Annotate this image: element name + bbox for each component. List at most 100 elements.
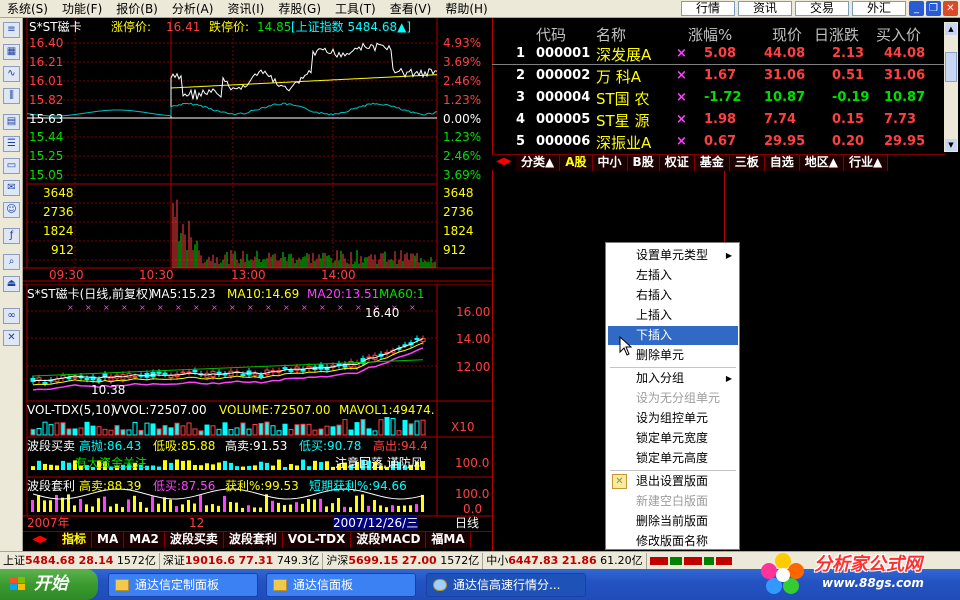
menu-function[interactable]: 功能(F) (55, 0, 109, 18)
menu-system[interactable]: 系统(S) (0, 0, 55, 18)
minimize-icon[interactable]: _ (909, 1, 924, 16)
document-icon[interactable]: ▭ (3, 158, 20, 174)
indicator2-bar (67, 494, 70, 512)
tab-watchlist[interactable]: 自选 (764, 155, 800, 171)
menu-info[interactable]: 资讯(I) (220, 0, 271, 18)
menu-delete-layout[interactable]: 删除当前版面 (608, 512, 738, 531)
start-button[interactable]: 开始 (0, 569, 98, 600)
status-sme[interactable]: 中小6447.83 21.86 61.20亿 (483, 552, 647, 569)
tab-vol-tdx[interactable]: VOL-TDX (282, 532, 352, 548)
limit-down-value: 14.85 (257, 20, 292, 34)
restore-icon[interactable]: ❐ (926, 1, 941, 16)
status-shanghai[interactable]: 上证5484.68 28.14 1572亿 (0, 552, 160, 569)
news-icon[interactable]: ▤ (3, 114, 20, 130)
menu-lock-height[interactable]: 锁定单元高度 (608, 449, 738, 468)
menu-exit-layout[interactable]: ✕ 退出设置版面 (608, 472, 738, 491)
menu-lock-width[interactable]: 锁定单元宽度 (608, 429, 738, 448)
x-marker-icon: × (175, 303, 182, 312)
quote-button[interactable]: 行情 (680, 1, 735, 16)
indicator2-bar (217, 505, 220, 512)
tab-ma2[interactable]: MA2 (124, 532, 165, 548)
menu-help[interactable]: 帮助(H) (438, 0, 494, 18)
kline-volume-bar (324, 425, 330, 436)
index-label[interactable]: [上证指数 5484.68▲] (291, 20, 411, 34)
tab-fund[interactable]: 基金 (694, 155, 730, 171)
info-button[interactable]: 资讯 (737, 1, 792, 16)
formula-icon[interactable]: ƒ (3, 228, 20, 244)
menu-rename-layout[interactable]: 修改版面名称 (608, 532, 738, 551)
menu-recommend[interactable]: 荐股(G) (271, 0, 328, 18)
line-chart-icon[interactable]: ∿ (3, 66, 20, 82)
forex-button[interactable]: 外汇 (851, 1, 906, 16)
tab-b-share[interactable]: B股 (627, 155, 660, 171)
menu-add-group[interactable]: 加入分组 ▶ (608, 369, 738, 388)
tab-indicator[interactable]: 指标 (57, 532, 93, 548)
quote-list-icon[interactable]: ≡ (3, 22, 20, 38)
menu-view[interactable]: 查看(V) (383, 0, 439, 18)
trade-button[interactable]: 交易 (794, 1, 849, 16)
stock-row[interactable]: 1 000001 深发展A × 5.08 44.08 2.13 44.08 (492, 43, 944, 65)
menu-tools[interactable]: 工具(T) (328, 0, 383, 18)
x-marker-icon: × (229, 303, 236, 312)
menu-insert-above[interactable]: 上插入 (608, 306, 738, 325)
tab-third-board[interactable]: 三板 (729, 155, 765, 171)
menu-set-cell-type[interactable]: 设置单元类型 ▶ (608, 246, 738, 265)
task-panel[interactable]: 通达信面板 (266, 573, 416, 597)
tab-sme[interactable]: 中小 (592, 155, 628, 171)
stock-list-scrollbar[interactable]: ▲ ▼ (944, 22, 958, 152)
tab-ma[interactable]: MA (92, 532, 125, 548)
header-bid[interactable]: 买入价 (876, 24, 921, 45)
tab-region[interactable]: 地区▲ (799, 155, 844, 171)
tab-scroll-arrows[interactable]: ◀▶ (23, 532, 57, 548)
task-quote-app[interactable]: 通达信高速行情分... (426, 573, 586, 597)
header-change[interactable]: 日涨跌 (814, 24, 859, 45)
menu-insert-right[interactable]: 右插入 (608, 286, 738, 305)
header-name[interactable]: 名称 (596, 24, 626, 45)
scroll-thumb[interactable] (945, 52, 957, 82)
stock-row[interactable]: 2 000002 万 科A × 1.67 31.06 0.51 31.06 (492, 65, 944, 87)
mail-icon[interactable]: ✉ (3, 180, 20, 196)
tab-fu-ma[interactable]: 福MA (426, 532, 471, 548)
tab-warrant[interactable]: 权证 (659, 155, 695, 171)
tab-industry[interactable]: 行业▲ (844, 155, 889, 171)
tab-band-trade[interactable]: 波段买卖 (164, 532, 224, 548)
header-code[interactable]: 代码 (536, 24, 566, 45)
header-price[interactable]: 现价 (772, 24, 802, 45)
candle-chart-icon[interactable]: ⫼ (3, 88, 20, 104)
kline-chart[interactable]: × × × × × × × × × × × × × × × × × × × × S*ST磁卡(日线,前复权) MA5:… (23, 284, 492, 531)
menu-insert-left[interactable]: 左插入 (608, 266, 738, 285)
menu-analysis[interactable]: 分析(A) (165, 0, 221, 18)
indicator1-bar (175, 459, 179, 470)
scroll-down-icon[interactable]: ▼ (945, 139, 957, 151)
menu-set-group-control[interactable]: 设为组控单元 (608, 409, 738, 428)
menu-quote[interactable]: 报价(B) (109, 0, 165, 18)
indicator1-bar (205, 463, 209, 470)
status-hs300[interactable]: 沪深5699.15 27.00 1572亿 (323, 552, 484, 569)
task-custom-panel[interactable]: 通达信定制面板 (108, 573, 258, 597)
table-icon[interactable]: ▦ (3, 44, 20, 60)
report-icon[interactable]: ☰ (3, 136, 20, 152)
link-icon[interactable]: ∞ (3, 308, 20, 324)
stock-row[interactable]: 5 000006 深振业A × 0.67 29.95 0.20 29.95 (492, 131, 944, 153)
stock-price: 44.08 (764, 46, 806, 61)
intraday-chart[interactable]: S*ST磁卡 涨停价: 16.41 跌停价: 14.85 [上证指数 5484.… (23, 18, 492, 282)
stock-bid: 31.06 (884, 68, 926, 83)
header-pct[interactable]: 涨幅% (688, 24, 732, 45)
users-icon[interactable]: ☺ (3, 202, 20, 218)
tab-category[interactable]: 分类▲ (516, 155, 561, 171)
tab-band-macd[interactable]: 波段MACD (351, 532, 427, 548)
close-icon[interactable]: ✕ (943, 1, 958, 16)
kline-volume-bar (264, 421, 270, 436)
stock-code: 000006 (536, 134, 591, 149)
period-label[interactable]: 日线 (455, 516, 479, 530)
stock-row[interactable]: 4 000005 ST星 源 × 1.98 7.74 0.15 7.73 (492, 109, 944, 131)
search-icon[interactable]: ⌕ (3, 254, 20, 270)
tab-band-arbitrage[interactable]: 波段套利 (223, 532, 283, 548)
layout-icon[interactable]: ✕ (3, 330, 20, 346)
category-scroll-arrows[interactable]: ◀▶ (492, 155, 516, 170)
stock-row[interactable]: 3 000004 ST国 农 × -1.72 10.87 -0.19 10.87 (492, 87, 944, 109)
exit-icon[interactable]: ⏏ (3, 276, 20, 292)
scroll-up-icon[interactable]: ▲ (945, 23, 957, 35)
tab-a-share[interactable]: A股 (560, 155, 593, 171)
status-shenzhen[interactable]: 深证19016.6 77.31 749.3亿 (160, 552, 324, 569)
